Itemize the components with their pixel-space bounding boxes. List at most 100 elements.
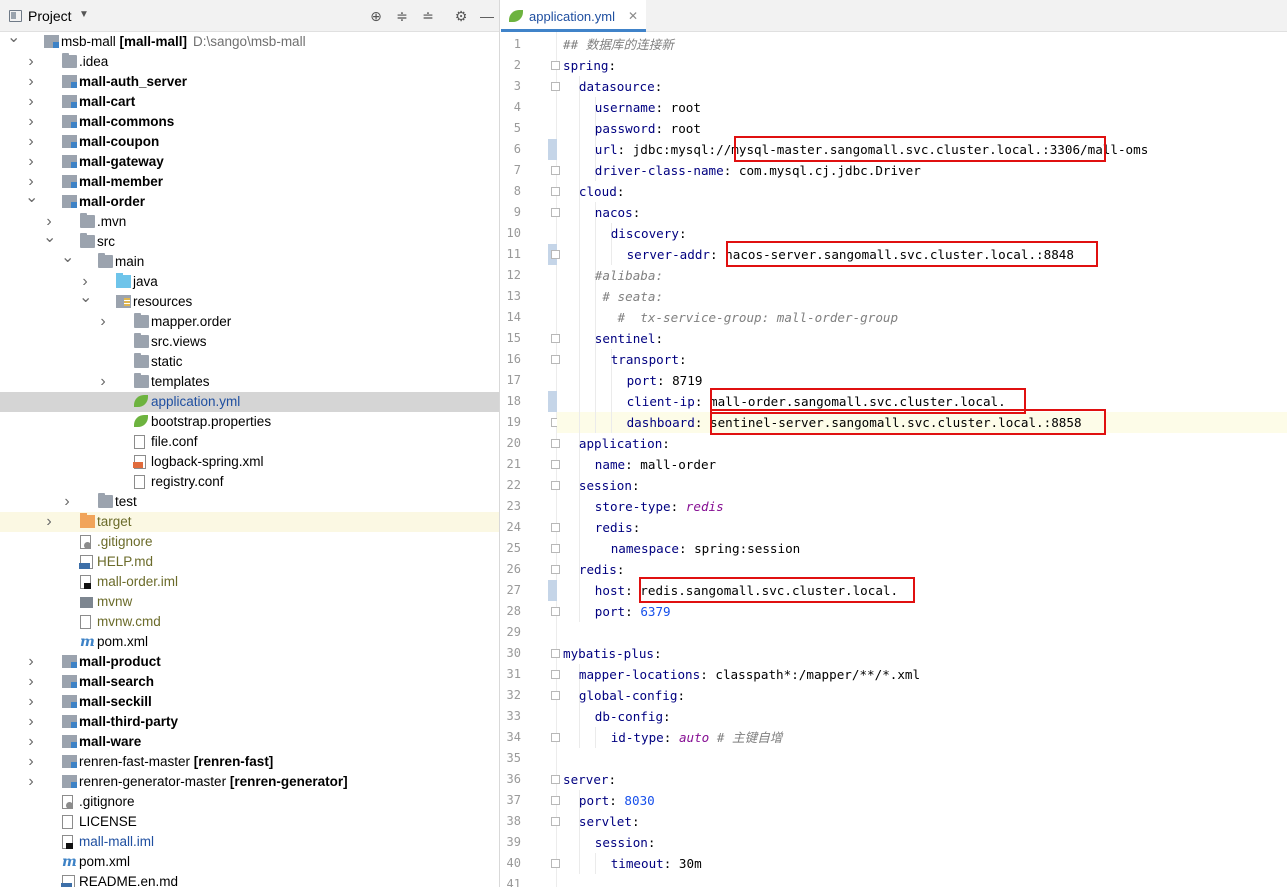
- tab-application-yml[interactable]: application.yml ✕: [501, 0, 646, 32]
- fold-marker-icon[interactable]: [551, 607, 560, 616]
- chevron-down-icon[interactable]: ⌄: [79, 290, 92, 312]
- tree-item[interactable]: README.en.md: [0, 872, 499, 887]
- chevron-right-icon[interactable]: ›: [25, 112, 37, 132]
- expand-all-icon[interactable]: ≑: [393, 7, 411, 25]
- tree-item[interactable]: › test: [0, 492, 499, 512]
- chevron-right-icon[interactable]: ›: [97, 312, 109, 332]
- tree-item[interactable]: ⌄ msb-mall [mall-mall] D:\sango\msb-mall: [0, 30, 499, 52]
- tree-item[interactable]: › mall-auth_server: [0, 72, 499, 92]
- tree-item[interactable]: › target: [0, 512, 499, 532]
- chevron-down-icon[interactable]: ⌄: [25, 190, 38, 212]
- tree-item[interactable]: › mall-search: [0, 672, 499, 692]
- tree-item[interactable]: ⌄ mall-order: [0, 190, 499, 212]
- tree-item[interactable]: application.yml: [0, 392, 499, 412]
- fold-marker-icon[interactable]: [551, 481, 560, 490]
- tree-item[interactable]: › .mvn: [0, 212, 499, 232]
- tree-item[interactable]: › java: [0, 272, 499, 292]
- tree-item[interactable]: HELP.md: [0, 552, 499, 572]
- chevron-right-icon[interactable]: ›: [25, 752, 37, 772]
- fold-marker-icon[interactable]: [551, 355, 560, 364]
- fold-marker-icon[interactable]: [551, 208, 560, 217]
- tree-item[interactable]: m pom.xml: [0, 632, 499, 652]
- hide-icon[interactable]: —: [478, 7, 496, 25]
- tree-item[interactable]: › mapper.order: [0, 312, 499, 332]
- tree-item[interactable]: logback-spring.xml: [0, 452, 499, 472]
- fold-marker-icon[interactable]: [551, 691, 560, 700]
- chevron-right-icon[interactable]: ›: [25, 72, 37, 92]
- tree-item[interactable]: LICENSE: [0, 812, 499, 832]
- tree-item[interactable]: mvnw.cmd: [0, 612, 499, 632]
- tree-item[interactable]: m pom.xml: [0, 852, 499, 872]
- tree-item[interactable]: › templates: [0, 372, 499, 392]
- fold-marker-icon[interactable]: [551, 670, 560, 679]
- tree-item[interactable]: ⌄ src: [0, 230, 499, 252]
- fold-marker-icon[interactable]: [551, 166, 560, 175]
- fold-marker-icon[interactable]: [551, 61, 560, 70]
- tree-item[interactable]: mall-mall.iml: [0, 832, 499, 852]
- chevron-right-icon[interactable]: ›: [25, 712, 37, 732]
- fold-marker-icon[interactable]: [551, 649, 560, 658]
- chevron-right-icon[interactable]: ›: [97, 372, 109, 392]
- chevron-right-icon[interactable]: ›: [25, 52, 37, 72]
- fold-marker-icon[interactable]: [551, 796, 560, 805]
- chevron-right-icon[interactable]: ›: [25, 772, 37, 792]
- fold-marker-icon[interactable]: [551, 859, 560, 868]
- tree-item[interactable]: src.views: [0, 332, 499, 352]
- tree-item[interactable]: .gitignore: [0, 792, 499, 812]
- tree-item[interactable]: › mall-member: [0, 172, 499, 192]
- tree-item[interactable]: .gitignore: [0, 532, 499, 552]
- tree-item[interactable]: ⌄ main: [0, 250, 499, 272]
- tree-item[interactable]: bootstrap.properties: [0, 412, 499, 432]
- chevron-right-icon[interactable]: ›: [25, 92, 37, 112]
- tree-item[interactable]: › renren-generator-master [renren-generat…: [0, 772, 499, 792]
- fold-marker-icon[interactable]: [551, 775, 560, 784]
- tree-item[interactable]: › renren-fast-master [renren-fast]: [0, 752, 499, 772]
- vcs-change-marker[interactable]: [548, 139, 557, 160]
- fold-marker-icon[interactable]: [551, 817, 560, 826]
- tree-item[interactable]: ⌄ resources: [0, 290, 499, 312]
- project-view-selector[interactable]: Project: [28, 8, 72, 24]
- close-icon[interactable]: ✕: [628, 9, 638, 23]
- chevron-right-icon[interactable]: ›: [61, 492, 73, 512]
- locate-icon[interactable]: ⊕: [367, 7, 385, 25]
- tree-item[interactable]: registry.conf: [0, 472, 499, 492]
- chevron-right-icon[interactable]: ›: [25, 652, 37, 672]
- fold-marker-icon[interactable]: [551, 733, 560, 742]
- fold-marker-icon[interactable]: [551, 82, 560, 91]
- tree-item[interactable]: mvnw: [0, 592, 499, 612]
- tree-item[interactable]: › mall-commons: [0, 112, 499, 132]
- code-area[interactable]: ## 数据库的连接新 spring: datasource: username: ro…: [557, 32, 1287, 887]
- fold-marker-icon[interactable]: [551, 544, 560, 553]
- tree-item[interactable]: › mall-cart: [0, 92, 499, 112]
- tree-item[interactable]: › mall-product: [0, 652, 499, 672]
- tree-item[interactable]: mall-order.iml: [0, 572, 499, 592]
- fold-marker-icon[interactable]: [551, 187, 560, 196]
- chevron-right-icon[interactable]: ›: [25, 692, 37, 712]
- fold-marker-icon[interactable]: [551, 334, 560, 343]
- chevron-down-icon[interactable]: ▼: [79, 9, 89, 20]
- chevron-down-icon[interactable]: ⌄: [7, 30, 20, 52]
- tree-item[interactable]: › mall-coupon: [0, 132, 499, 152]
- chevron-down-icon[interactable]: ⌄: [43, 230, 56, 252]
- fold-marker-icon[interactable]: [551, 250, 560, 259]
- collapse-all-icon[interactable]: ≐: [419, 7, 437, 25]
- tree-item[interactable]: › mall-gateway: [0, 152, 499, 172]
- tree-item[interactable]: › mall-ware: [0, 732, 499, 752]
- chevron-right-icon[interactable]: ›: [25, 732, 37, 752]
- tree-item[interactable]: › .idea: [0, 52, 499, 72]
- chevron-right-icon[interactable]: ›: [25, 672, 37, 692]
- chevron-right-icon[interactable]: ›: [25, 152, 37, 172]
- chevron-right-icon[interactable]: ›: [25, 132, 37, 152]
- chevron-right-icon[interactable]: ›: [43, 512, 55, 532]
- tree-item[interactable]: static: [0, 352, 499, 372]
- tree-item[interactable]: › mall-seckill: [0, 692, 499, 712]
- vcs-change-marker[interactable]: [548, 391, 557, 412]
- fold-marker-icon[interactable]: [551, 460, 560, 469]
- settings-icon[interactable]: ⚙: [452, 7, 470, 25]
- fold-marker-icon[interactable]: [551, 523, 560, 532]
- chevron-down-icon[interactable]: ⌄: [61, 250, 74, 272]
- tree-item[interactable]: › mall-third-party: [0, 712, 499, 732]
- fold-marker-icon[interactable]: [551, 565, 560, 574]
- tree-item[interactable]: file.conf: [0, 432, 499, 452]
- vcs-change-marker[interactable]: [548, 580, 557, 601]
